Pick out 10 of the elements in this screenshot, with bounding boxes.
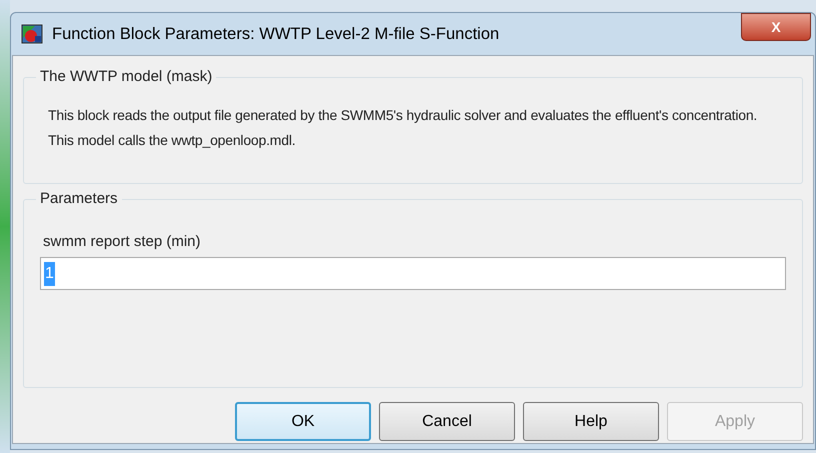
block-icon	[21, 24, 43, 44]
description-text: This block reads the output file generated by the SWMM5's hydraulic solver and evaluates the effluent's concentration. This model calls the wwtp_openloop.mdl.	[48, 106, 758, 150]
dialog-button[interactable]: Help	[523, 402, 659, 441]
dialog-button[interactable]: OK	[235, 402, 371, 441]
group-title: The WWTP model (mask)	[39, 67, 214, 87]
dialog-button[interactable]: Cancel	[379, 402, 515, 441]
field-label: swmm report step (min)	[43, 232, 202, 252]
group-title: Parameters	[39, 189, 119, 209]
field-value: 1	[44, 262, 55, 286]
window-title: Function Block Parameters: WWTP Level-2 M-file S-Function	[52, 24, 500, 45]
